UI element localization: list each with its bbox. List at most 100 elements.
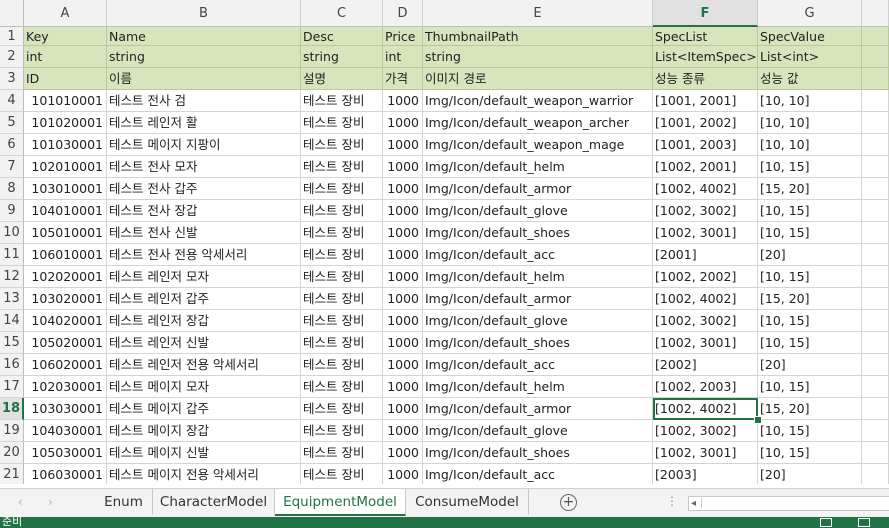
header-cell[interactable]: SpecList (653, 27, 758, 46)
row-header-19[interactable]: 19 (0, 420, 24, 442)
table-cell[interactable]: 테스트 장비 (301, 354, 383, 376)
table-cell[interactable]: [1002, 3002] (653, 200, 758, 222)
table-cell[interactable]: 테스트 장비 (301, 442, 383, 464)
table-cell[interactable]: 1000 (383, 464, 423, 484)
table-cell[interactable]: 1000 (383, 222, 423, 244)
table-cell[interactable]: [2003] (653, 464, 758, 484)
table-cell[interactable]: [1002, 4002] (653, 288, 758, 310)
header-cell[interactable]: 성능 종류 (653, 68, 758, 90)
table-cell[interactable]: Img/Icon/default_helm (423, 156, 653, 178)
table-cell[interactable]: 1000 (383, 442, 423, 464)
table-cell[interactable]: 101010001 (24, 90, 107, 112)
table-cell[interactable]: Img/Icon/default_shoes (423, 332, 653, 354)
table-cell[interactable]: [10, 15] (758, 200, 862, 222)
table-cell[interactable] (862, 156, 889, 178)
column-header-c[interactable]: C (301, 0, 383, 27)
table-cell[interactable]: [10, 10] (758, 134, 862, 156)
header-cell[interactable]: Price (383, 27, 423, 46)
table-cell[interactable]: 테스트 메이지 모자 (107, 376, 301, 398)
table-cell[interactable]: [1001, 2001] (653, 90, 758, 112)
table-cell[interactable]: 101020001 (24, 112, 107, 134)
row-header-9[interactable]: 9 (0, 200, 24, 222)
table-cell[interactable]: 105020001 (24, 332, 107, 354)
table-cell[interactable] (862, 244, 889, 266)
table-cell[interactable]: 테스트 장비 (301, 156, 383, 178)
table-cell[interactable]: Img/Icon/default_weapon_mage (423, 134, 653, 156)
table-cell[interactable] (862, 90, 889, 112)
table-cell[interactable]: 102010001 (24, 156, 107, 178)
more-options-icon[interactable]: ⋮ (666, 494, 678, 508)
table-cell[interactable]: [1001, 2003] (653, 134, 758, 156)
table-cell[interactable] (862, 332, 889, 354)
table-cell[interactable]: 테스트 장비 (301, 288, 383, 310)
table-cell[interactable]: 테스트 전사 장갑 (107, 200, 301, 222)
table-cell[interactable] (862, 266, 889, 288)
table-cell[interactable]: 테스트 레인저 전용 악세서리 (107, 354, 301, 376)
header-cell[interactable]: string (107, 46, 301, 68)
table-cell[interactable]: [2001] (653, 244, 758, 266)
table-cell[interactable]: 테스트 메이지 전용 악세서리 (107, 464, 301, 484)
table-cell[interactable]: 테스트 장비 (301, 464, 383, 484)
row-header-20[interactable]: 20 (0, 442, 24, 464)
table-cell[interactable]: 105010001 (24, 222, 107, 244)
table-cell[interactable] (862, 222, 889, 244)
table-cell[interactable]: 1000 (383, 244, 423, 266)
table-cell[interactable]: 테스트 장비 (301, 222, 383, 244)
table-cell[interactable]: 1000 (383, 90, 423, 112)
table-cell[interactable]: 106010001 (24, 244, 107, 266)
table-cell[interactable]: 테스트 장비 (301, 310, 383, 332)
column-header-f[interactable]: F (653, 0, 758, 27)
table-cell[interactable]: Img/Icon/default_acc (423, 354, 653, 376)
table-cell[interactable]: 104010001 (24, 200, 107, 222)
table-cell[interactable]: [10, 15] (758, 332, 862, 354)
table-cell[interactable]: Img/Icon/default_shoes (423, 442, 653, 464)
table-cell[interactable]: [1001, 2002] (653, 112, 758, 134)
table-cell[interactable]: [15, 20] (758, 178, 862, 200)
header-cell[interactable]: int (383, 46, 423, 68)
row-header-8[interactable]: 8 (0, 178, 24, 200)
table-cell[interactable]: 1000 (383, 156, 423, 178)
table-cell[interactable]: 1000 (383, 200, 423, 222)
table-cell[interactable]: [10, 15] (758, 266, 862, 288)
table-cell[interactable]: 테스트 메이지 지팡이 (107, 134, 301, 156)
next-sheet-icon[interactable]: › (48, 495, 53, 509)
table-cell[interactable]: 1000 (383, 310, 423, 332)
table-cell[interactable]: [10, 15] (758, 420, 862, 442)
normal-view-icon[interactable] (820, 518, 832, 527)
table-cell[interactable]: 1000 (383, 332, 423, 354)
table-cell[interactable]: 101030001 (24, 134, 107, 156)
table-cell[interactable] (862, 420, 889, 442)
table-cell[interactable]: 1000 (383, 376, 423, 398)
table-cell[interactable]: 1000 (383, 134, 423, 156)
table-cell[interactable]: 테스트 장비 (301, 178, 383, 200)
column-header-e[interactable]: E (423, 0, 653, 27)
table-cell[interactable]: [1002, 2001] (653, 156, 758, 178)
table-cell[interactable]: 테스트 메이지 장갑 (107, 420, 301, 442)
column-header-h[interactable] (862, 0, 889, 27)
table-cell[interactable]: 테스트 장비 (301, 90, 383, 112)
table-cell[interactable]: 106030001 (24, 464, 107, 484)
table-cell[interactable] (862, 134, 889, 156)
header-cell[interactable]: Name (107, 27, 301, 46)
table-cell[interactable]: Img/Icon/default_acc (423, 244, 653, 266)
table-cell[interactable]: [1002, 4002] (653, 178, 758, 200)
table-cell[interactable]: 102020001 (24, 266, 107, 288)
header-cell[interactable]: List<int> (758, 46, 862, 68)
table-cell[interactable]: 테스트 전사 검 (107, 90, 301, 112)
table-cell[interactable]: 테스트 레인저 장갑 (107, 310, 301, 332)
table-cell[interactable] (862, 354, 889, 376)
header-cell[interactable]: 이미지 경로 (423, 68, 653, 90)
row-header-14[interactable]: 14 (0, 310, 24, 332)
table-cell[interactable]: [1002, 2002] (653, 266, 758, 288)
table-cell[interactable]: 테스트 장비 (301, 420, 383, 442)
table-cell[interactable]: [1002, 3002] (653, 420, 758, 442)
header-cell[interactable]: SpecValue (758, 27, 862, 46)
table-cell[interactable]: Img/Icon/default_armor (423, 398, 653, 420)
table-cell[interactable]: [1002, 3001] (653, 442, 758, 464)
table-cell[interactable] (862, 464, 889, 484)
table-cell[interactable]: 테스트 전사 전용 악세서리 (107, 244, 301, 266)
header-cell[interactable]: ThumbnailPath (423, 27, 653, 46)
header-cell[interactable]: 가격 (383, 68, 423, 90)
spreadsheet-grid[interactable]: A B C D E F G 1 Key Name Desc Price ThumbnailPath Spe… (0, 0, 889, 484)
table-cell[interactable] (862, 442, 889, 464)
